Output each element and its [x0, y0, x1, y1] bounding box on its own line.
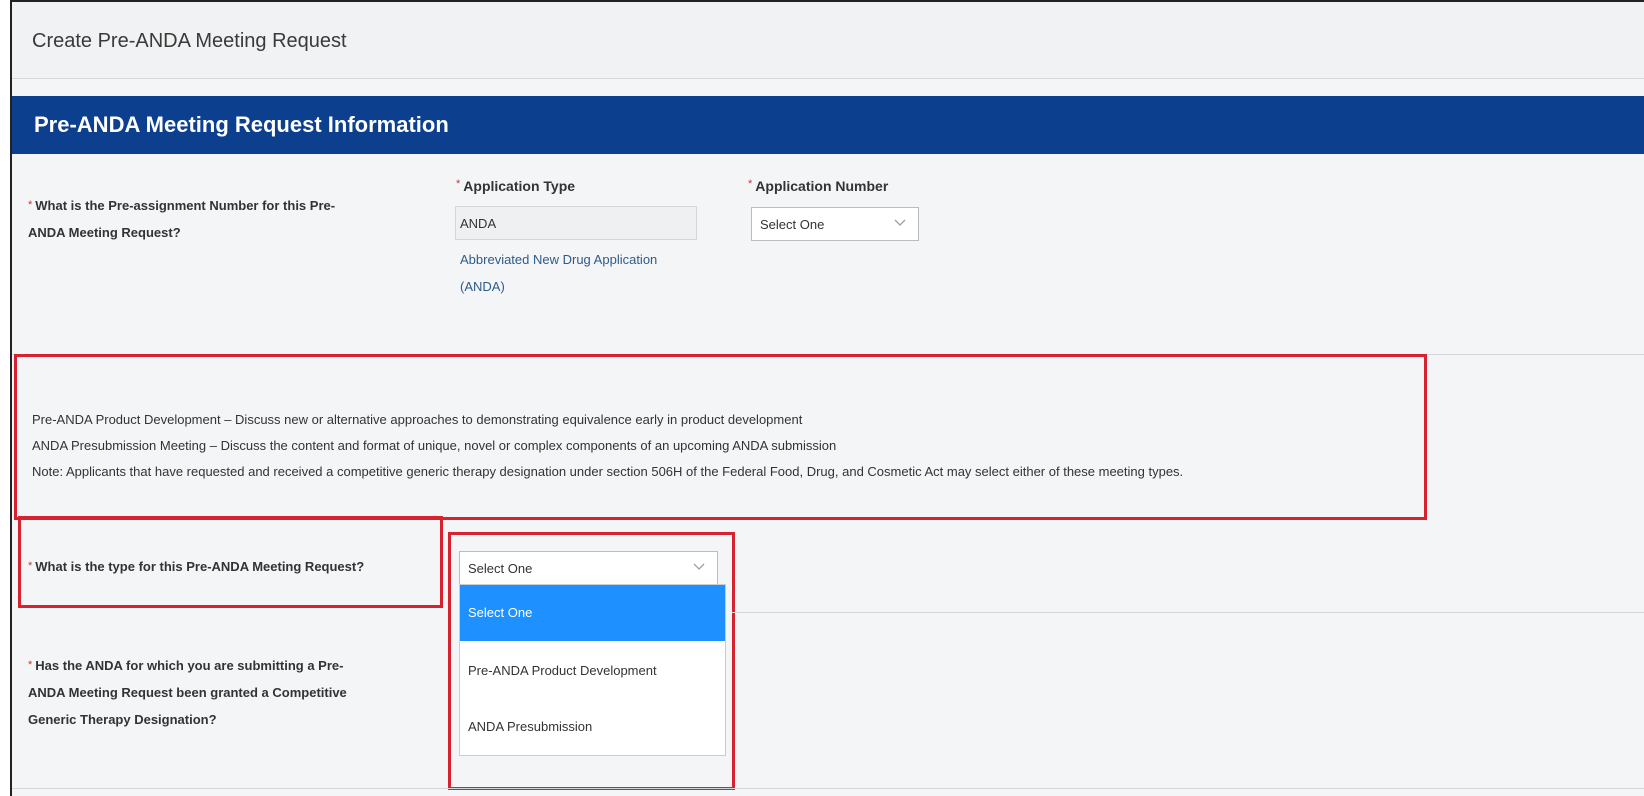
section-title: Pre-ANDA Meeting Request Information [34, 112, 449, 137]
pre-assignment-question: * What is the Pre-assignment Number for t… [28, 192, 335, 246]
cgt-question: * Has the ANDA for which you are submitti… [28, 652, 347, 733]
page-frame: Create Pre-ANDA Meeting Request Pre-ANDA… [10, 0, 1644, 796]
application-number-label: * Application Number [748, 178, 888, 194]
application-type-help-line1: Abbreviated New Drug Application [460, 252, 658, 267]
cgt-question-line3: Generic Therapy Designation? [28, 712, 217, 727]
application-type-help-line2: (ANDA) [460, 279, 505, 294]
pre-assignment-question-line1: What is the Pre-assignment Number for th… [35, 198, 336, 213]
divider [732, 612, 1644, 613]
pre-assignment-question-line2: ANDA Meeting Request? [28, 225, 181, 240]
application-type-help: Abbreviated New Drug Application (ANDA) [460, 246, 710, 300]
section-header: Pre-ANDA Meeting Request Information [12, 96, 1644, 154]
application-type-label: * Application Type [456, 178, 575, 194]
divider [12, 788, 1644, 789]
chevron-down-icon [894, 215, 906, 232]
page-title: Create Pre-ANDA Meeting Request [32, 30, 347, 52]
cgt-question-line2: ANDA Meeting Request been granted a Comp… [28, 685, 347, 700]
info-highlight-box [14, 354, 1427, 520]
question-highlight-box [18, 516, 443, 608]
required-marker: * [28, 659, 33, 671]
dropdown-highlight-box [448, 532, 735, 790]
required-marker: * [456, 178, 461, 190]
application-number-select[interactable]: Select One [751, 207, 919, 241]
cgt-question-line1: Has the ANDA for which you are submittin… [35, 658, 344, 673]
application-type-value: ANDA [460, 216, 497, 231]
application-type-label-text: Application Type [463, 178, 576, 194]
required-marker: * [28, 199, 33, 211]
application-number-label-text: Application Number [755, 178, 889, 194]
required-marker: * [748, 178, 753, 190]
application-number-selected: Select One [760, 217, 825, 232]
page-header: Create Pre-ANDA Meeting Request [12, 2, 1644, 79]
